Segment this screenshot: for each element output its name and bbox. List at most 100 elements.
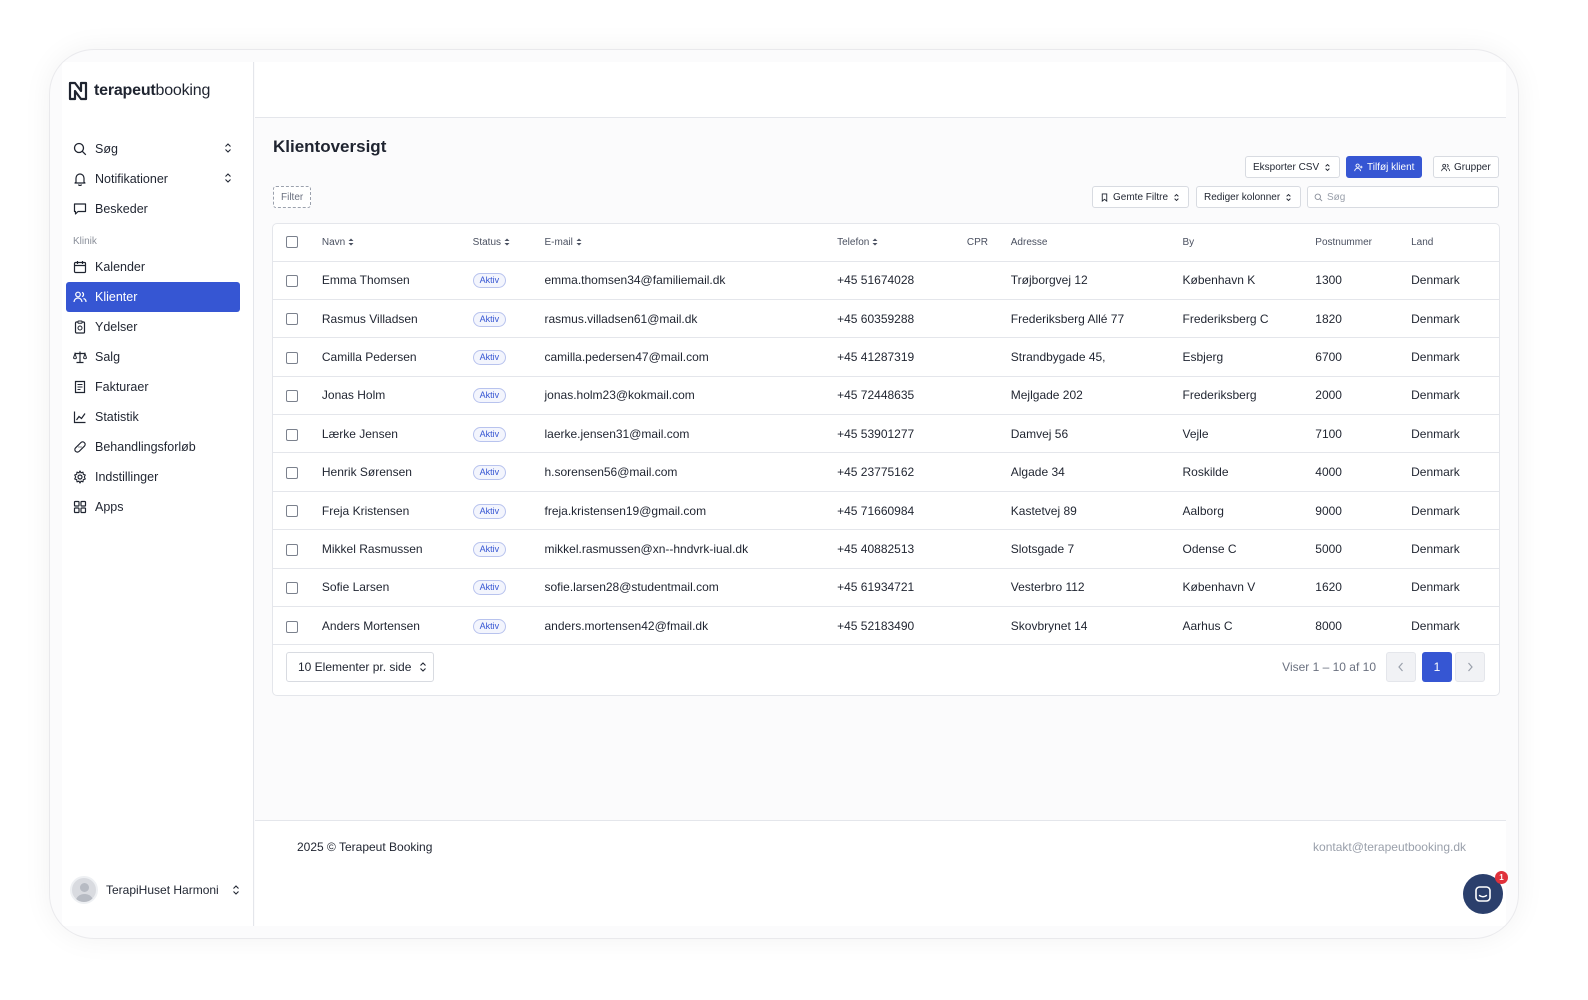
- sidebar-item-label: Behandlingsforløb: [95, 440, 196, 454]
- cell-name: Henrik Sørensen: [321, 452, 473, 492]
- sidebar-item-clients[interactable]: Klienter: [66, 282, 240, 312]
- saved-filters-button[interactable]: Gemte Filtre: [1092, 186, 1190, 208]
- next-page-button[interactable]: [1455, 652, 1485, 682]
- status-badge: Aktiv: [472, 465, 507, 481]
- user-plus-icon: [1354, 163, 1363, 171]
- sidebar-item-invoices[interactable]: Fakturaer: [66, 372, 240, 402]
- prev-page-button[interactable]: [1386, 652, 1416, 682]
- chat-unread-badge: 1: [1495, 871, 1508, 884]
- filter-button[interactable]: Filter: [273, 186, 312, 208]
- page-title: Klientoversigt: [273, 137, 387, 156]
- cell-address: Damvej 56: [1010, 414, 1183, 454]
- sidebar-item-label: Ydelser: [95, 320, 138, 334]
- table-row[interactable]: Lærke Jensen Aktiv laerke.jensen31@mail.co…: [273, 414, 1499, 454]
- avatar: [70, 876, 98, 904]
- edit-columns-button[interactable]: Rediger kolonner: [1196, 186, 1302, 208]
- clients-table-card: Navn Status E-mail Telefon CPR Adresse B…: [272, 223, 1500, 696]
- cell-email: emma.thomsen34@familiemail.dk: [544, 261, 838, 300]
- row-checkbox[interactable]: [286, 466, 298, 479]
- column-header-email[interactable]: E-mail: [544, 224, 838, 262]
- search-input[interactable]: [1327, 191, 1487, 203]
- invoice-icon: [74, 380, 86, 394]
- sidebar-item-sales[interactable]: Salg: [66, 342, 240, 372]
- cell-zip: 7100: [1315, 414, 1412, 454]
- cell-address: Frederiksberg Allé 77: [1010, 299, 1183, 339]
- sidebar-item-notifications[interactable]: Notifikationer: [66, 164, 240, 194]
- sidebar: terapeutbooking Søg Notifikationer Beske…: [62, 62, 254, 926]
- row-checkbox[interactable]: [286, 620, 298, 633]
- cell-address: Skovbrynet 14: [1010, 606, 1183, 646]
- sidebar-item-services[interactable]: Ydelser: [66, 312, 240, 342]
- sidebar-item-search[interactable]: Søg: [66, 134, 240, 164]
- column-header-status[interactable]: Status: [472, 224, 545, 262]
- table-row[interactable]: Rasmus Villadsen Aktiv rasmus.villadsen61@…: [273, 299, 1499, 339]
- filter-label: Filter: [281, 191, 304, 203]
- cell-email: h.sorensen56@mail.com: [544, 452, 838, 492]
- row-checkbox[interactable]: [286, 351, 298, 364]
- cell-country: Denmark: [1411, 452, 1499, 492]
- export-csv-label: Eksporter CSV: [1253, 161, 1320, 173]
- select-all-checkbox[interactable]: [286, 236, 298, 249]
- table-row[interactable]: Camilla Pedersen Aktiv camilla.pedersen47@…: [273, 337, 1499, 377]
- cell-cpr: [966, 529, 1011, 569]
- cell-status: Aktiv: [472, 606, 545, 646]
- table-row[interactable]: Mikkel Rasmussen Aktiv mikkel.rasmussen@xn…: [273, 529, 1499, 569]
- groups-button[interactable]: Grupper: [1433, 156, 1499, 178]
- cell-status: Aktiv: [472, 261, 545, 300]
- table-row[interactable]: Henrik Sørensen Aktiv h.sorensen56@mail.co…: [273, 452, 1499, 492]
- cell-city: Roskilde: [1182, 452, 1316, 492]
- bell-icon: [74, 173, 86, 186]
- row-checkbox[interactable]: [286, 428, 298, 441]
- row-checkbox[interactable]: [286, 275, 298, 288]
- chart-line-icon: [73, 411, 86, 424]
- column-header-label: E-mail: [544, 236, 573, 248]
- page-size-select[interactable]: 10 Elementer pr. side: [286, 652, 434, 682]
- cell-status: Aktiv: [472, 568, 545, 608]
- sidebar-item-settings[interactable]: Indstillinger: [66, 462, 240, 492]
- search-field[interactable]: [1307, 186, 1499, 208]
- sidebar-item-label: Kalender: [95, 260, 146, 274]
- table-row[interactable]: Anders Mortensen Aktiv anders.mortensen42@…: [273, 606, 1499, 646]
- brand-logo[interactable]: terapeutbooking: [67, 80, 210, 102]
- sidebar-item-apps[interactable]: Apps: [66, 492, 240, 522]
- table-row[interactable]: Emma Thomsen Aktiv emma.thomsen34@familiem…: [273, 261, 1499, 300]
- status-badge: Aktiv: [472, 580, 507, 596]
- cell-country: Denmark: [1411, 568, 1499, 608]
- row-checkbox[interactable]: [286, 313, 298, 326]
- status-badge: Aktiv: [472, 311, 507, 327]
- cell-city: Odense C: [1182, 529, 1316, 569]
- user-menu[interactable]: TerapiHuset Harmoni: [70, 876, 240, 904]
- logo-icon: [68, 81, 88, 101]
- cell-address: Trøjborgvej 12: [1010, 261, 1183, 300]
- sidebar-item-messages[interactable]: Beskeder: [66, 194, 240, 224]
- column-header-name[interactable]: Navn: [321, 224, 473, 262]
- sidebar-item-label: Notifikationer: [95, 172, 168, 186]
- export-csv-button[interactable]: Eksporter CSV: [1245, 156, 1341, 178]
- cell-name: Lærke Jensen: [321, 414, 473, 454]
- cell-address: Vesterbro 112: [1010, 568, 1183, 608]
- sidebar-item-statistics[interactable]: Statistik: [66, 402, 240, 432]
- table-row[interactable]: Jonas Holm Aktiv jonas.holm23@kokmail.com +…: [273, 376, 1499, 416]
- row-select-cell: [273, 568, 322, 608]
- page-button-current[interactable]: 1: [1422, 652, 1452, 682]
- chat-launcher-button[interactable]: 1: [1463, 871, 1508, 914]
- cell-status: Aktiv: [472, 376, 545, 416]
- cell-status: Aktiv: [472, 299, 545, 339]
- sidebar-item-calendar[interactable]: Kalender: [66, 252, 240, 282]
- sidebar-item-treatments[interactable]: Behandlingsforløb: [66, 432, 240, 462]
- row-checkbox[interactable]: [286, 505, 298, 518]
- row-checkbox[interactable]: [286, 390, 298, 403]
- cell-email: laerke.jensen31@mail.com: [544, 414, 838, 454]
- row-checkbox[interactable]: [286, 582, 298, 595]
- cell-cpr: [966, 491, 1011, 531]
- table-row[interactable]: Freja Kristensen Aktiv freja.kristensen19@…: [273, 491, 1499, 531]
- column-header-phone[interactable]: Telefon: [837, 224, 967, 262]
- footer-contact-link[interactable]: kontakt@terapeutbooking.dk: [1313, 840, 1466, 854]
- cell-email: camilla.pedersen47@mail.com: [544, 337, 838, 377]
- table-row[interactable]: Sofie Larsen Aktiv sofie.larsen28@studentm…: [273, 568, 1499, 608]
- cell-phone: +45 53901277: [837, 414, 967, 454]
- cell-cpr: [966, 568, 1011, 608]
- add-client-button[interactable]: Tilføj klient: [1346, 156, 1423, 178]
- row-checkbox[interactable]: [286, 543, 298, 556]
- sort-icon: [576, 238, 582, 246]
